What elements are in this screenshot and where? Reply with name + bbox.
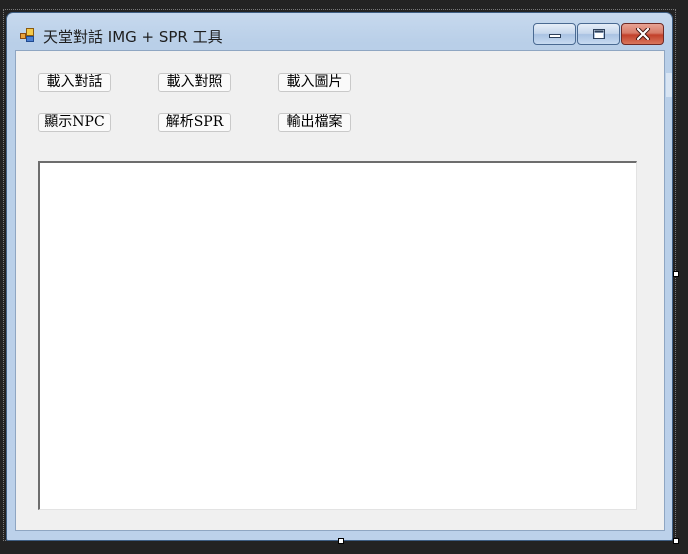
export-file-button[interactable]: 輸出檔案 — [278, 113, 351, 132]
form-icon — [20, 28, 34, 42]
form-client-area: 載入對話 載入對照 載入圖片 顯示NPC 解析SPR 輸出檔案 — [15, 50, 665, 531]
load-dialog-button[interactable]: 載入對話 — [38, 73, 111, 92]
show-npc-button[interactable]: 顯示NPC — [38, 113, 111, 132]
load-compare-button[interactable]: 載入對照 — [158, 73, 231, 92]
maximize-button[interactable] — [577, 23, 620, 45]
load-image-button[interactable]: 載入圖片 — [278, 73, 351, 92]
window-title: 天堂對話 IMG + SPR 工具 — [43, 28, 223, 46]
resize-grip-corner[interactable] — [673, 538, 679, 544]
form-window: 天堂對話 IMG + SPR 工具 載入對話 載入對照 載入圖片 顯示NPC 解… — [6, 12, 673, 541]
title-bar[interactable]: 天堂對話 IMG + SPR 工具 — [7, 13, 672, 50]
minimize-icon — [548, 34, 561, 38]
resize-grip-right[interactable] — [673, 271, 679, 277]
close-button[interactable] — [621, 23, 664, 45]
parse-spr-button[interactable]: 解析SPR — [158, 113, 231, 132]
caption-buttons — [533, 23, 664, 45]
window-edge-highlight — [666, 73, 672, 97]
designer-canvas: 天堂對話 IMG + SPR 工具 載入對話 載入對照 載入圖片 顯示NPC 解… — [0, 0, 688, 554]
minimize-button[interactable] — [533, 23, 576, 45]
maximize-icon — [592, 29, 605, 39]
close-icon — [635, 28, 650, 40]
output-textbox[interactable] — [38, 161, 637, 510]
resize-grip-bottom[interactable] — [338, 538, 344, 544]
